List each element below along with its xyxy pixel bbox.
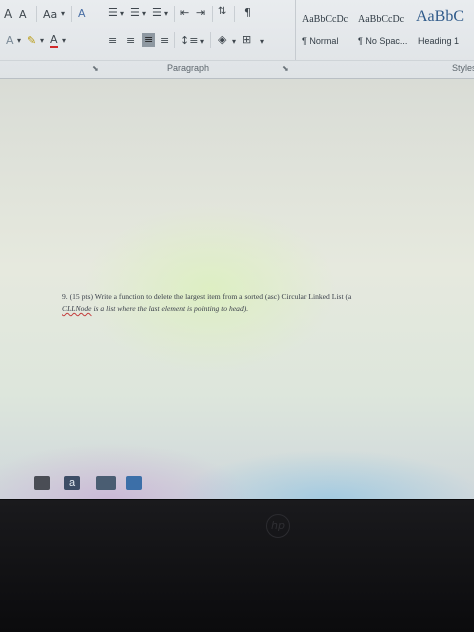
divider	[212, 6, 213, 22]
chevron-down-icon[interactable]: ▾	[61, 8, 65, 20]
store-icon[interactable]	[34, 476, 50, 490]
chevron-down-icon[interactable]: ▾	[200, 36, 204, 48]
monitor-bezel	[0, 500, 474, 632]
highlight-pen-icon[interactable]: ✎	[27, 35, 36, 47]
style-name: ¶ Normal	[302, 36, 339, 46]
divider	[71, 6, 72, 22]
grow-font-button[interactable]: A	[4, 8, 12, 20]
shading-icon[interactable]: ◈	[218, 34, 226, 46]
network-icon[interactable]	[96, 476, 116, 490]
style-preview: AaBbC	[416, 8, 464, 25]
divider	[174, 6, 175, 22]
increase-indent-icon[interactable]: ⇥	[196, 7, 205, 19]
style-no-spacing[interactable]: AaBbCcDc ¶ No Spac...	[358, 4, 416, 56]
divider	[174, 32, 175, 48]
document-page[interactable]: 9. (15 pts) Write a function to delete t…	[0, 79, 474, 499]
word-icon[interactable]	[126, 476, 142, 490]
align-right-icon[interactable]: ≡	[142, 33, 156, 47]
style-preview: AaBbCcDc	[358, 14, 405, 25]
divider	[210, 32, 211, 48]
font-color-button[interactable]: A	[50, 34, 58, 48]
chevron-down-icon[interactable]: ▾	[17, 35, 21, 47]
question-line-2: CLLNode is a list where the last element…	[62, 303, 452, 315]
align-left-icon[interactable]: ≡	[108, 35, 117, 47]
group-labels: Paragraph Styles	[0, 60, 474, 77]
style-name: ¶ No Spac...	[358, 36, 408, 46]
style-heading-1[interactable]: AaBbC Heading 1	[416, 4, 474, 56]
divider	[36, 6, 37, 22]
show-formatting-marks-icon[interactable]: ¶	[244, 7, 251, 19]
chevron-down-icon[interactable]: ▾	[62, 35, 66, 47]
style-normal[interactable]: AaBbCcDc ¶ Normal	[300, 4, 360, 56]
shrink-font-button[interactable]: A	[19, 9, 27, 21]
multilevel-list-icon[interactable]: ☰	[152, 7, 162, 19]
chevron-down-icon[interactable]: ▾	[120, 8, 124, 20]
chevron-down-icon[interactable]: ▾	[142, 8, 146, 20]
chevron-down-icon[interactable]: ▾	[164, 8, 168, 20]
question-line-2-rest: is a list where the last element is poin…	[91, 304, 249, 313]
change-case-button[interactable]: Aa	[43, 9, 57, 21]
align-center-icon[interactable]: ≡	[126, 35, 135, 47]
style-preview: AaBbCcDc	[302, 14, 349, 25]
bullets-icon[interactable]: ☰	[108, 7, 118, 19]
paragraph-group: ☰ ▾ ☰ ▾ ☰ ▾ ⇤ ⇥ ⇅ ¶ ≡ ≡ ≡ ≡ ↕≡ ▾ ◈ ▾ ⊞ ▾…	[104, 0, 292, 73]
paragraph-group-label: Paragraph	[167, 63, 210, 73]
line-spacing-icon[interactable]: ↕≡	[180, 35, 198, 47]
spelling-flagged-term: CLLNode	[62, 304, 92, 313]
sort-icon[interactable]: ⇅	[218, 6, 226, 18]
chevron-down-icon[interactable]: ▾	[40, 35, 44, 47]
question-text[interactable]: 9. (15 pts) Write a function to delete t…	[62, 291, 452, 315]
chevron-down-icon[interactable]: ▾	[260, 36, 264, 48]
style-name: Heading 1	[418, 36, 460, 46]
decrease-indent-icon[interactable]: ⇤	[180, 7, 189, 19]
styles-group: AaBbCcDc ¶ Normal AaBbCcDc ¶ No Spac... …	[295, 0, 474, 60]
font-group: A A Aa ▾ A A ▾ ✎ ▾ A ▾ ⬊	[0, 0, 100, 73]
numbering-icon[interactable]: ☰	[130, 7, 140, 19]
clear-formatting-icon[interactable]: A	[78, 8, 86, 20]
divider	[234, 6, 235, 22]
ribbon: A A Aa ▾ A A ▾ ✎ ▾ A ▾ ⬊ ☰ ▾ ☰ ▾ ☰ ▾ ⇤ ⇥…	[0, 0, 474, 79]
question-line-1: 9. (15 pts) Write a function to delete t…	[62, 292, 352, 301]
amazon-icon[interactable]: a	[64, 476, 80, 490]
chevron-down-icon[interactable]: ▾	[232, 36, 236, 48]
justify-icon[interactable]: ≡	[160, 35, 169, 47]
hp-logo: hp	[266, 514, 290, 538]
text-effects-button[interactable]: A	[6, 35, 14, 47]
borders-icon[interactable]: ⊞	[242, 34, 251, 46]
styles-group-label: Styles	[452, 63, 474, 73]
taskbar: a	[0, 470, 474, 500]
